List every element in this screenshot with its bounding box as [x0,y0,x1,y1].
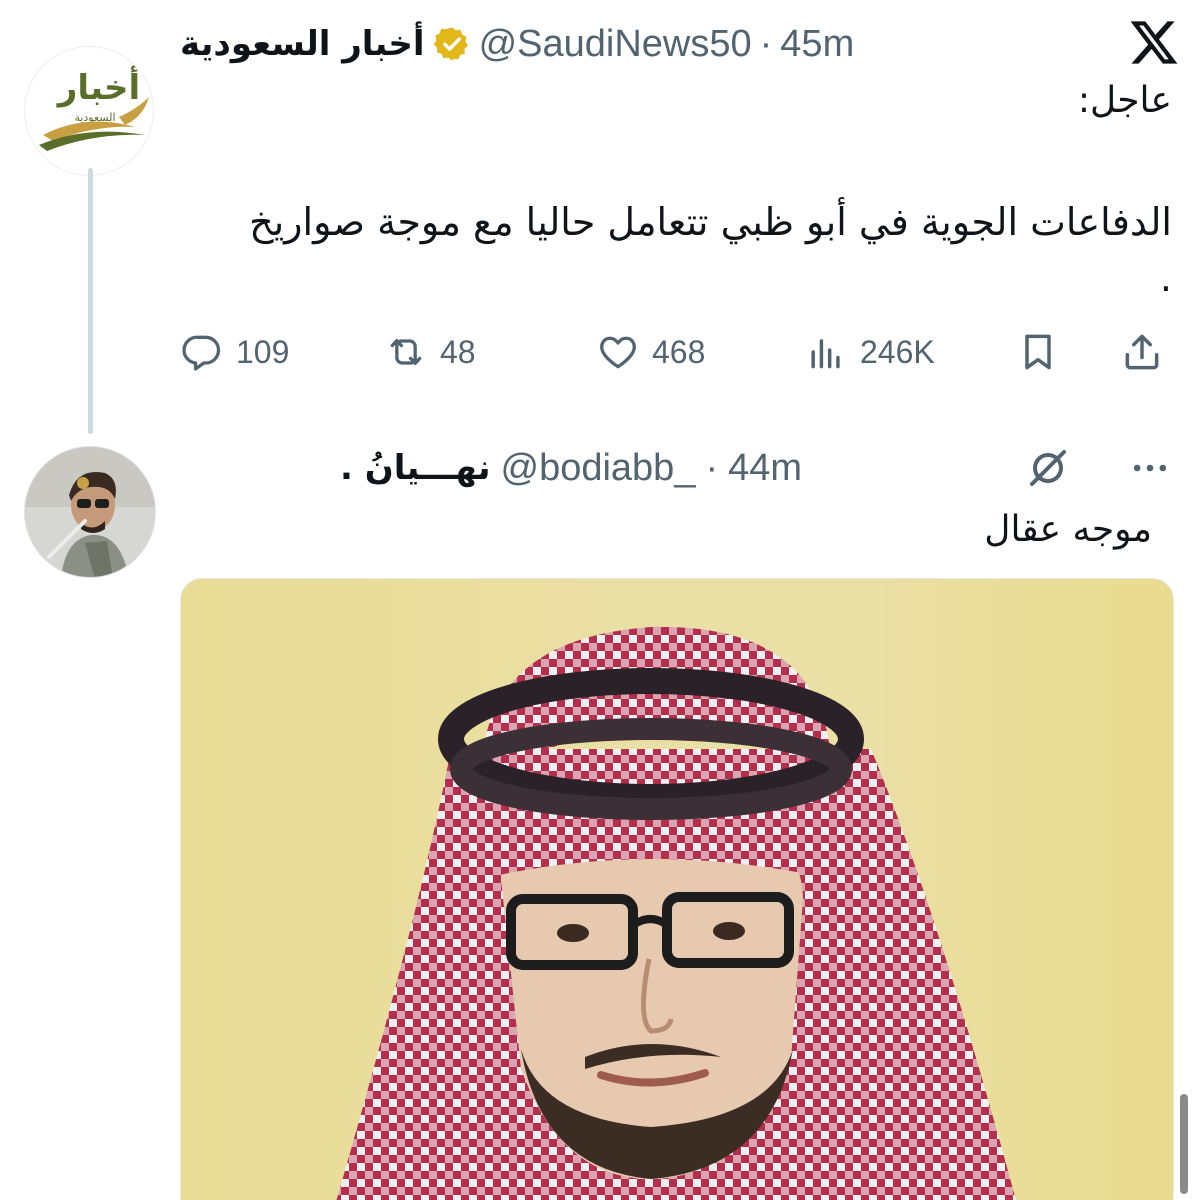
tweet2-header: نهـــيانُ . @bodiabb_ · 44m [340,440,1040,496]
verified-badge-icon [433,27,468,61]
tweet2-body: موجه عقال [984,509,1152,550]
avatar-bodiabb[interactable] [24,446,156,578]
like-button[interactable]: 468 [596,322,705,382]
tweet1-time[interactable]: 45m [780,23,854,66]
more-icon[interactable] [1126,446,1174,490]
avatar-saudinews[interactable]: أخبار السعودية [24,46,154,176]
photo-man-ghutra [336,626,1016,1200]
tweet1-actions: 109 48 468 246K [180,322,1180,382]
thread-connector-line [88,168,93,434]
reply-button[interactable]: 109 [180,322,289,382]
grok-icon[interactable] [1024,444,1072,492]
tweet1-handle[interactable]: @SaudiNews50 [479,23,752,66]
repost-icon [390,338,422,366]
reply-count: 109 [236,333,290,370]
scrollbar[interactable] [1180,1094,1188,1194]
tweet1-label: عاجل: [1077,80,1172,121]
tweet2-separator: · [705,446,719,489]
views-count: 246K [860,333,935,370]
heart-icon [600,336,636,369]
tweet1-body-end: . [1159,256,1172,300]
tweet2-account-name[interactable]: نهـــيانُ . [340,448,491,488]
reply-icon [182,335,221,371]
tweet1-header: أخبار السعودية @SaudiNews50 · 45m [180,18,980,70]
saudinews-logo: أخبار السعودية [39,65,149,151]
repost-button[interactable]: 48 [384,322,476,382]
tweet2-handle[interactable]: @bodiabb_ [501,447,696,490]
bookmark-button[interactable] [1016,322,1060,382]
repost-count: 48 [440,333,476,370]
svg-text:أخبار: أخبار [56,65,140,108]
tweet1-account-name[interactable]: أخبار السعودية [180,24,425,64]
profile-photo [25,447,155,577]
share-icon [1125,334,1159,370]
share-button[interactable] [1120,322,1164,382]
tweet1-body: الدفاعات الجوية في أبو ظبي تتعامل حاليا … [249,200,1172,244]
tweet1-separator: · [759,22,773,65]
x-logo-icon[interactable] [1128,16,1180,68]
tweet2-time[interactable]: 44m [728,447,802,490]
views-button[interactable]: 246K [804,322,935,382]
views-icon [811,339,840,369]
like-count: 468 [652,333,706,370]
bookmark-icon [1025,334,1051,370]
tweet2-media-photo[interactable] [180,578,1174,1200]
